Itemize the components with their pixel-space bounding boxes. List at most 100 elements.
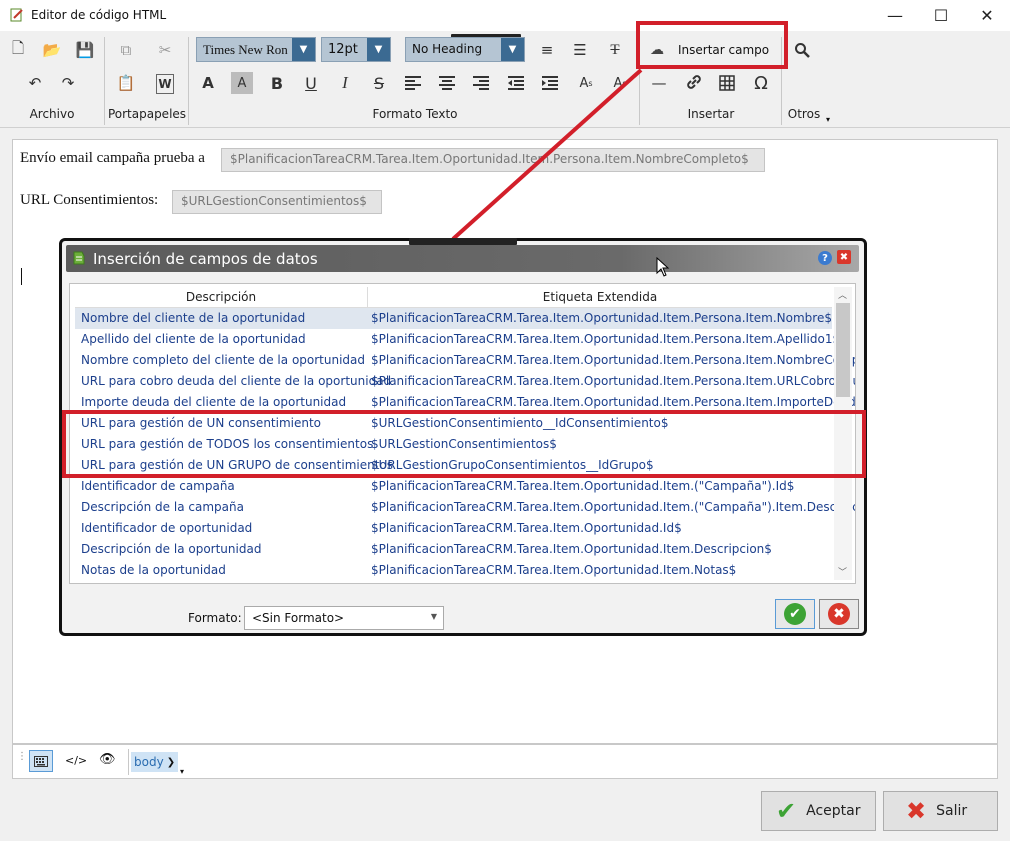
- accept-button[interactable]: ✔ Aceptar: [761, 791, 876, 831]
- ribbon-expand-icon[interactable]: ▾: [826, 115, 830, 124]
- editor-line-1-text: Envío email campaña prueba a: [20, 150, 205, 166]
- heading-value: No Heading: [412, 42, 483, 56]
- group-label-portapapeles: Portapapeles: [107, 107, 187, 121]
- row-description: Importe deuda del cliente de la oportuni…: [81, 395, 347, 409]
- group-label-insertar: Insertar: [687, 107, 735, 121]
- align-left-icon[interactable]: [400, 70, 426, 96]
- special-symbol-icon[interactable]: Ω: [748, 70, 774, 96]
- table-row[interactable]: Apellido del cliente de la oportunidad $P…: [75, 329, 840, 350]
- table-row[interactable]: Descripción de la campaña $PlanificacionT…: [75, 497, 855, 518]
- scroll-down-icon[interactable]: ﹀: [838, 565, 847, 578]
- subscript-icon[interactable]: As: [607, 70, 633, 96]
- scrollbar-thumb[interactable]: [836, 303, 850, 397]
- format-label: Formato:: [188, 611, 242, 625]
- undo-icon[interactable]: ↶: [22, 70, 48, 96]
- row-description: Descripción de la campaña: [81, 500, 244, 514]
- table-row[interactable]: Nombre completo del cliente de la oportu…: [75, 350, 855, 371]
- outdent-icon[interactable]: [503, 70, 529, 96]
- new-file-icon[interactable]: 🗋: [5, 37, 31, 63]
- source-code-icon[interactable]: </>: [65, 754, 87, 767]
- cut-icon[interactable]: ✂: [152, 37, 178, 63]
- row-tag: $PlanificacionTareaCRM.Tarea.Item.Oportu…: [371, 500, 856, 514]
- inserted-field-chip[interactable]: $URLGestionConsentimientos$: [172, 190, 382, 214]
- bold-icon[interactable]: B: [264, 70, 290, 96]
- bullet-list-icon[interactable]: ☰: [567, 37, 593, 63]
- row-tag: $PlanificacionTareaCRM.Tarea.Item.Oportu…: [371, 479, 795, 493]
- format-select-value: <Sin Formato>: [252, 611, 345, 625]
- font-family-select[interactable]: Times New Ron ▼: [196, 37, 316, 62]
- redo-icon[interactable]: ↷: [55, 70, 81, 96]
- exit-button[interactable]: ✖ Salir: [883, 791, 998, 831]
- chevron-right-icon: ❯: [166, 756, 176, 768]
- strikethrough-icon[interactable]: S: [366, 70, 392, 96]
- breadcrumb[interactable]: body ❯: [131, 752, 179, 772]
- italic-icon[interactable]: I: [332, 70, 358, 96]
- row-description: Identificador de oportunidad: [81, 521, 253, 535]
- indent-icon[interactable]: [537, 70, 563, 96]
- chevron-down-icon: ▼: [430, 612, 437, 621]
- row-description: Identificador de campaña: [81, 479, 235, 493]
- copy-icon[interactable]: ⧉: [113, 37, 139, 63]
- dialog-titlebar[interactable]: Inserción de campos de datos ? ✖: [66, 245, 859, 272]
- close-icon[interactable]: ✖: [837, 250, 851, 264]
- table-row[interactable]: Notas de la oportunidad $PlanificacionTar…: [75, 560, 832, 581]
- window-title: Editor de código HTML: [31, 8, 167, 22]
- align-center-icon[interactable]: [434, 70, 460, 96]
- column-header-descripcion[interactable]: Descripción: [75, 287, 368, 308]
- window-titlebar: Editor de código HTML — ☐ ✕: [0, 0, 1010, 31]
- help-icon[interactable]: ?: [818, 251, 832, 265]
- chevron-down-icon: ▼: [367, 38, 390, 61]
- search-icon[interactable]: [789, 37, 815, 63]
- font-size-select[interactable]: 12pt ▼: [321, 37, 391, 62]
- column-header-etiqueta[interactable]: Etiqueta Extendida: [368, 287, 832, 308]
- format-select[interactable]: <Sin Formato> ▼: [244, 606, 444, 630]
- table-row[interactable]: Descripción de la oportunidad $Planificac…: [75, 539, 832, 560]
- table-row[interactable]: Identificador de campaña $PlanificacionTa…: [75, 476, 832, 497]
- bar-expand-icon[interactable]: ▾: [180, 767, 184, 776]
- dialog-title: Inserción de campos de datos: [93, 250, 318, 268]
- scroll-up-icon[interactable]: ︿: [838, 288, 847, 301]
- table-row[interactable]: Identificador de oportunidad $Planificaci…: [75, 518, 832, 539]
- paste-icon[interactable]: 📋: [113, 70, 139, 96]
- underline-icon[interactable]: U: [298, 70, 324, 96]
- font-size-value: 12pt: [328, 42, 358, 57]
- minimize-button[interactable]: —: [872, 0, 918, 31]
- highlight-icon[interactable]: A: [231, 72, 253, 94]
- group-label-archivo: Archivo: [29, 107, 75, 121]
- superscript-icon[interactable]: As: [573, 70, 599, 96]
- maximize-button[interactable]: ☐: [918, 0, 964, 31]
- dialog-cancel-button[interactable]: ✖: [819, 599, 859, 629]
- save-icon[interactable]: 💾: [72, 37, 98, 63]
- check-icon: ✔: [776, 797, 797, 825]
- table-icon[interactable]: [714, 70, 740, 96]
- row-description: Nombre completo del cliente de la oportu…: [81, 353, 366, 367]
- heading-select[interactable]: No Heading ▼: [405, 37, 525, 62]
- group-separator: [188, 37, 189, 125]
- align-right-icon[interactable]: [468, 70, 494, 96]
- font-color-icon[interactable]: A: [195, 70, 221, 96]
- editor-mode-bar: ⋮ </> 👁 body ❯ ▾: [12, 744, 998, 779]
- callout-box-insert-field: [636, 21, 788, 69]
- dialog-ok-button[interactable]: ✔: [775, 599, 815, 629]
- numbered-list-icon[interactable]: ≡: [534, 37, 560, 63]
- clear-format-icon[interactable]: T: [602, 37, 628, 63]
- row-description: Descripción de la oportunidad: [81, 542, 262, 556]
- close-button[interactable]: ✕: [964, 0, 1010, 31]
- horizontal-rule-icon[interactable]: —: [646, 70, 672, 96]
- design-mode-button[interactable]: [29, 750, 53, 772]
- table-row[interactable]: URL para cobro deuda del cliente de la o…: [75, 371, 855, 392]
- chevron-down-icon: ▼: [292, 38, 315, 61]
- row-tag: $PlanificacionTareaCRM.Tarea.Item.Oportu…: [371, 542, 772, 556]
- link-icon[interactable]: [680, 70, 706, 96]
- bar-grip-icon: ⋮: [17, 751, 27, 762]
- paste-from-word-icon[interactable]: W: [156, 74, 174, 94]
- dialog-grip[interactable]: [409, 238, 517, 245]
- row-tag: $PlanificacionTareaCRM.Tarea.Item.Oportu…: [371, 563, 737, 577]
- table-row[interactable]: Nombre del cliente de la oportunidad $Pla…: [75, 308, 832, 329]
- cancel-x-icon: ✖: [828, 603, 850, 625]
- font-family-value: Times New Ron: [203, 42, 288, 57]
- preview-eye-icon[interactable]: 👁: [99, 752, 116, 767]
- editor-line-2-text: URL Consentimientos:: [20, 192, 159, 208]
- inserted-field-chip[interactable]: $PlanificacionTareaCRM.Tarea.Item.Oportu…: [221, 148, 765, 172]
- open-folder-icon[interactable]: 📂: [39, 37, 65, 63]
